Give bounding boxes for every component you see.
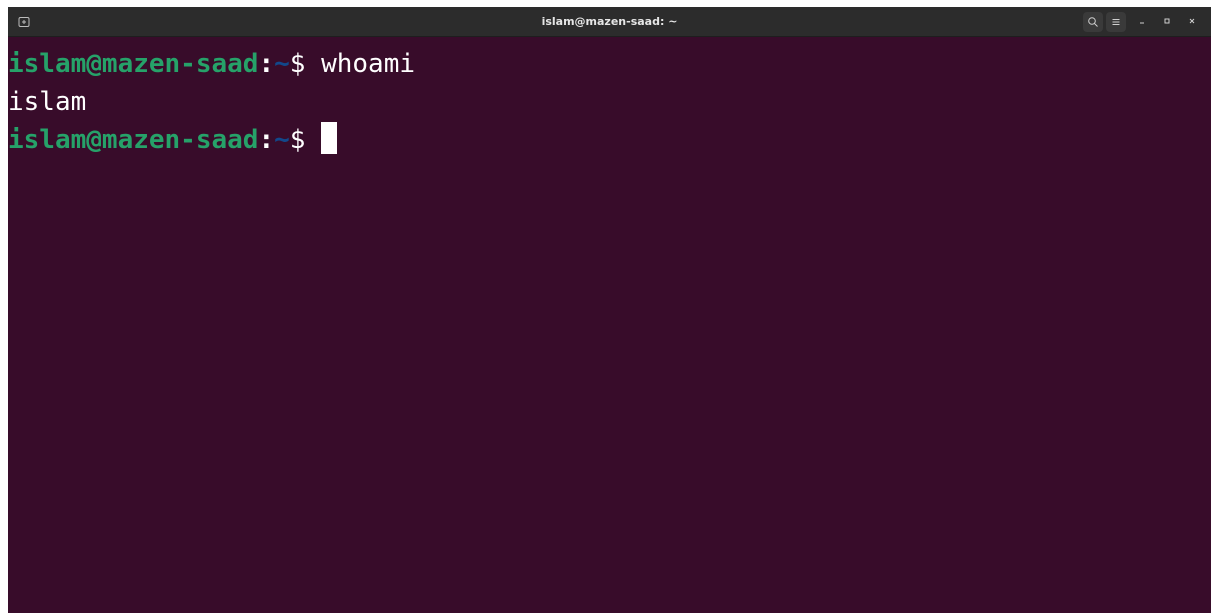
text-cursor: [321, 122, 338, 154]
prompt-colon: :: [258, 125, 275, 155]
hamburger-menu-icon: [1110, 16, 1122, 28]
window-title: islam@mazen-saad: ~: [541, 15, 678, 28]
title-bar[interactable]: islam@mazen-saad: ~: [8, 7, 1211, 37]
menu-button[interactable]: [1106, 12, 1126, 32]
command-output: islam: [8, 87, 87, 117]
search-icon: [1087, 16, 1099, 28]
prompt-symbol: $: [289, 125, 322, 155]
search-button[interactable]: [1083, 12, 1103, 32]
terminal-line: islam: [8, 83, 86, 121]
terminal-output-area[interactable]: islam@mazen-saad:~$ whoami islam islam@m…: [8, 37, 1211, 613]
close-icon: [1187, 13, 1197, 31]
terminal-line: islam@mazen-saad:~$ whoami: [8, 45, 415, 83]
prompt-path: ~: [274, 125, 290, 155]
terminal-window: islam@mazen-saad: ~ islam@mazen-saad:~$ …: [8, 7, 1211, 613]
maximize-icon: [1162, 13, 1172, 31]
prompt-user-host: islam@mazen-saad: [8, 125, 259, 155]
prompt-path: ~: [274, 49, 290, 79]
close-button[interactable]: [1183, 12, 1201, 32]
prompt-symbol: $: [289, 49, 322, 79]
prompt-colon: :: [258, 49, 275, 79]
prompt-user-host: islam@mazen-saad: [8, 49, 259, 79]
minimize-button[interactable]: [1133, 12, 1151, 32]
maximize-button[interactable]: [1158, 12, 1176, 32]
command-text: whoami: [321, 49, 415, 79]
minimize-icon: [1137, 13, 1147, 31]
terminal-line: islam@mazen-saad:~$: [8, 121, 338, 159]
